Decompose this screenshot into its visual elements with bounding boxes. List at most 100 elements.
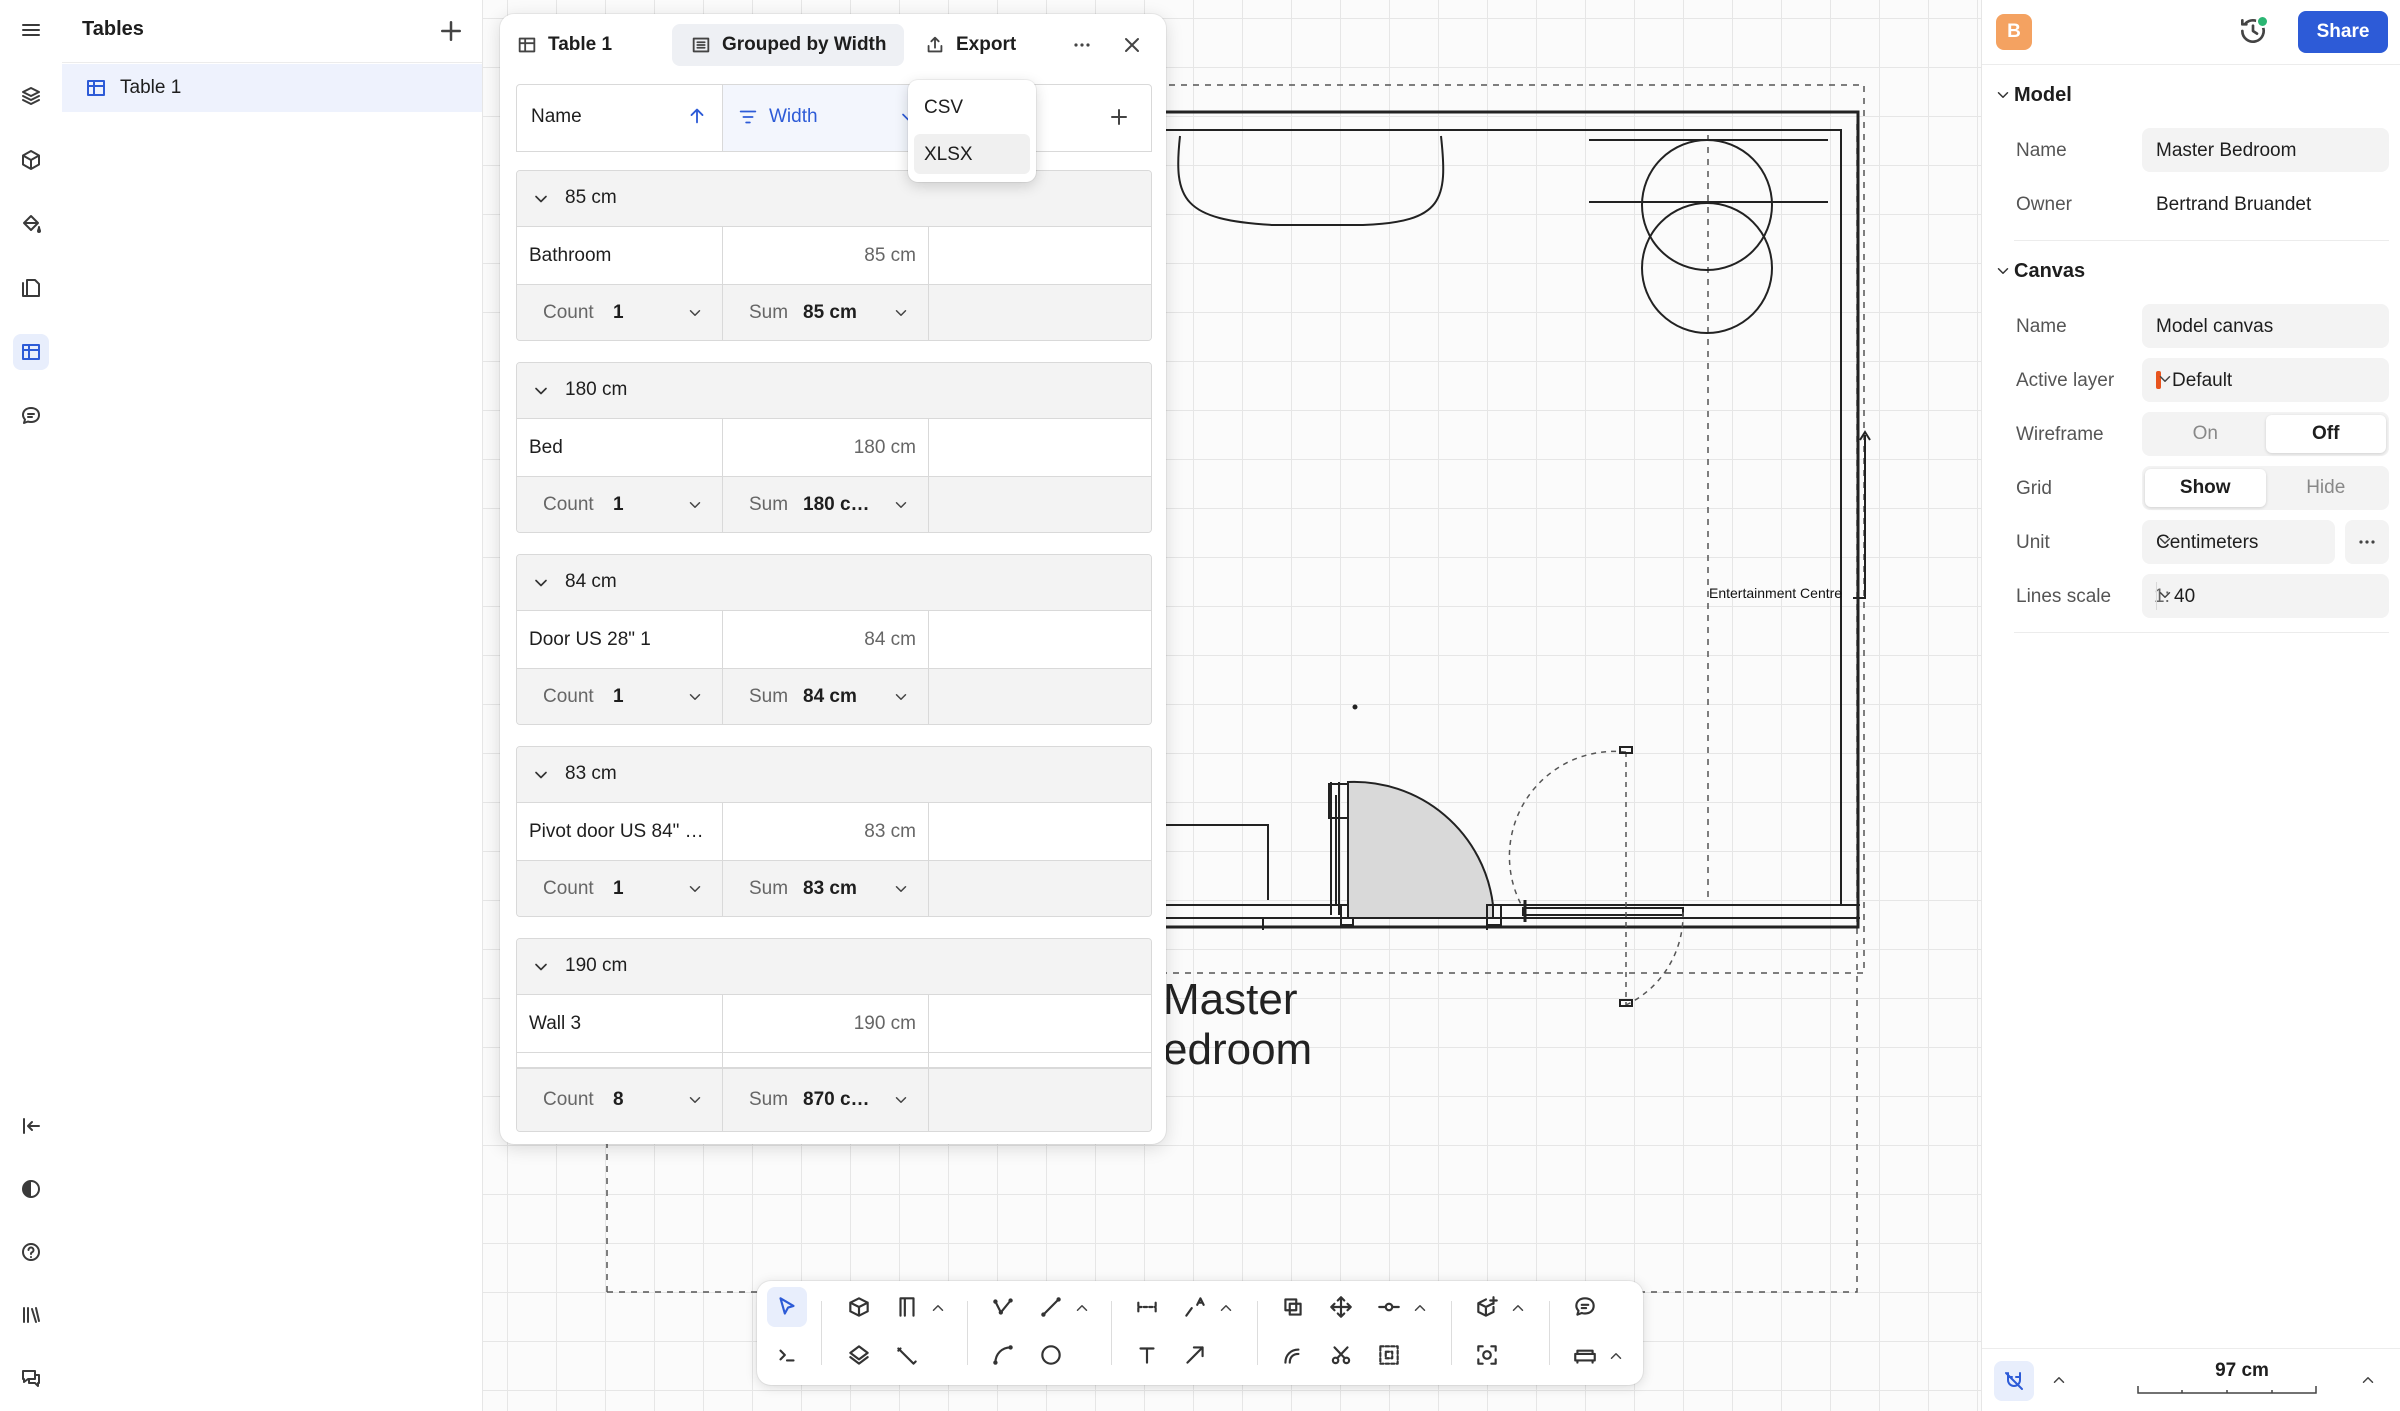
table-list-item[interactable]: Table 1 xyxy=(62,64,482,112)
chevron-up-icon[interactable] xyxy=(1607,1347,1625,1365)
group-header[interactable]: 180 cm xyxy=(517,363,1151,419)
history-icon[interactable] xyxy=(2237,15,2269,47)
share-button[interactable]: Share xyxy=(2298,11,2388,53)
empty-cell[interactable] xyxy=(929,611,1151,668)
canvas-section-header[interactable]: Canvas xyxy=(1982,254,2400,290)
chevron-down-icon[interactable] xyxy=(531,573,551,593)
comments-button[interactable] xyxy=(13,398,49,434)
lines-scale-input[interactable]: 1: 40 xyxy=(2142,574,2389,618)
sum-aggregate[interactable]: Sum 180 c… xyxy=(723,477,929,532)
empty-cell[interactable] xyxy=(929,419,1151,476)
chevron-up-icon[interactable] xyxy=(1073,1299,1091,1317)
table-row[interactable]: Door US 28" 1 84 cm xyxy=(517,611,1151,669)
sum-aggregate[interactable]: Sum 85 cm xyxy=(723,285,929,340)
add-object-tool[interactable] xyxy=(1467,1287,1507,1327)
width-cell[interactable]: 85 cm xyxy=(723,227,929,284)
count-aggregate[interactable]: Count 1 xyxy=(517,669,723,724)
empty-cell[interactable] xyxy=(929,803,1151,860)
wall-tool[interactable] xyxy=(839,1287,879,1327)
name-cell[interactable]: Wall 3 xyxy=(517,995,723,1052)
comment-tool[interactable] xyxy=(1565,1287,1605,1327)
group-header[interactable]: 85 cm xyxy=(517,171,1151,227)
chevron-down-icon[interactable] xyxy=(531,189,551,209)
count-aggregate[interactable]: Count 1 xyxy=(517,285,723,340)
count-aggregate[interactable]: Count 1 xyxy=(517,861,723,916)
column-header-name[interactable]: Name xyxy=(517,85,723,151)
count-aggregate[interactable]: Count 8 xyxy=(517,1069,723,1131)
name-cell[interactable]: Bed xyxy=(517,419,723,476)
focus-tool[interactable] xyxy=(1467,1335,1507,1375)
group-by-button[interactable]: Grouped by Width xyxy=(672,24,905,66)
grid-hide-option[interactable]: Hide xyxy=(2266,469,2387,507)
measure-tool[interactable] xyxy=(887,1335,927,1375)
chat-button[interactable] xyxy=(13,1360,49,1396)
library-button[interactable] xyxy=(13,1297,49,1333)
door-tool[interactable] xyxy=(887,1287,927,1327)
close-button[interactable] xyxy=(1112,24,1152,66)
select-tool[interactable] xyxy=(767,1287,807,1327)
chevron-up-icon[interactable] xyxy=(929,1299,947,1317)
tables-button[interactable] xyxy=(13,334,49,370)
furniture-tool[interactable] xyxy=(1565,1335,1605,1375)
empty-cell[interactable] xyxy=(929,227,1151,284)
table-row[interactable]: Pivot door US 84" … 83 cm xyxy=(517,803,1151,861)
slab-tool[interactable] xyxy=(839,1335,879,1375)
table-row[interactable]: Bathroom 85 cm xyxy=(517,227,1151,285)
count-aggregate[interactable]: Count 1 xyxy=(517,477,723,532)
table-title-button[interactable]: Table 1 xyxy=(516,24,612,66)
collapse-panel-button[interactable] xyxy=(13,1108,49,1144)
group-header[interactable]: 190 cm xyxy=(517,939,1151,995)
text-tool[interactable] xyxy=(1127,1335,1167,1375)
unit-select[interactable]: Centimeters xyxy=(2142,520,2335,564)
sort-ascending-icon[interactable] xyxy=(686,105,708,127)
chevron-up-icon[interactable] xyxy=(2050,1371,2068,1389)
chevron-down-icon[interactable] xyxy=(531,765,551,785)
help-button[interactable] xyxy=(13,1234,49,1270)
wireframe-on-option[interactable]: On xyxy=(2145,415,2266,453)
chevron-down-icon[interactable] xyxy=(531,381,551,401)
table-row[interactable]: Wall 3 190 cm xyxy=(517,995,1151,1053)
sum-aggregate[interactable]: Sum 84 cm xyxy=(723,669,929,724)
chevron-up-icon[interactable] xyxy=(1509,1299,1527,1317)
pages-button[interactable] xyxy=(13,270,49,306)
arc-tool[interactable] xyxy=(983,1335,1023,1375)
move-tool[interactable] xyxy=(1321,1287,1361,1327)
sum-aggregate[interactable]: Sum 83 cm xyxy=(723,861,929,916)
chevron-down-icon[interactable] xyxy=(531,957,551,977)
objects-button[interactable] xyxy=(13,142,49,178)
snap-button[interactable] xyxy=(1994,1361,2034,1401)
arrow-tool[interactable] xyxy=(1175,1335,1215,1375)
line-tool[interactable] xyxy=(1031,1287,1071,1327)
dimension-tool[interactable] xyxy=(1127,1287,1167,1327)
group-header[interactable]: 84 cm xyxy=(517,555,1151,611)
table-row[interactable]: Bed 180 cm xyxy=(517,419,1151,477)
copy-tool[interactable] xyxy=(1273,1287,1313,1327)
width-cell[interactable]: 84 cm xyxy=(723,611,929,668)
materials-button[interactable] xyxy=(13,206,49,242)
model-section-header[interactable]: Model xyxy=(1982,78,2400,114)
width-cell[interactable]: 180 cm xyxy=(723,419,929,476)
wireframe-off-option[interactable]: Off xyxy=(2265,415,2386,453)
export-csv-item[interactable]: CSV xyxy=(914,87,1030,127)
export-button[interactable]: Export xyxy=(920,24,1020,66)
theme-button[interactable] xyxy=(13,1171,49,1207)
active-layer-select[interactable]: Default xyxy=(2142,358,2389,402)
cut-tool[interactable] xyxy=(1321,1335,1361,1375)
empty-cell[interactable] xyxy=(929,995,1151,1052)
avatar[interactable]: B xyxy=(1996,14,2032,50)
label-tool[interactable] xyxy=(1175,1287,1215,1327)
grid-show-option[interactable]: Show xyxy=(2145,469,2266,507)
model-name-input[interactable]: Master Bedroom xyxy=(2142,128,2389,172)
width-cell[interactable]: 190 cm xyxy=(723,995,929,1052)
chevron-down-icon[interactable] xyxy=(2156,586,2174,604)
name-cell[interactable]: Bathroom xyxy=(517,227,723,284)
name-cell[interactable]: Door US 28" 1 xyxy=(517,611,723,668)
split-tool[interactable] xyxy=(1369,1287,1409,1327)
chevron-up-icon[interactable] xyxy=(2359,1371,2377,1389)
name-cell[interactable]: Pivot door US 84" … xyxy=(517,803,723,860)
canvas-name-input[interactable]: Model canvas xyxy=(2142,304,2389,348)
circle-tool[interactable] xyxy=(1031,1335,1071,1375)
column-header-width[interactable]: Width xyxy=(723,85,929,151)
width-cell[interactable]: 83 cm xyxy=(723,803,929,860)
group-tool[interactable] xyxy=(1369,1335,1409,1375)
